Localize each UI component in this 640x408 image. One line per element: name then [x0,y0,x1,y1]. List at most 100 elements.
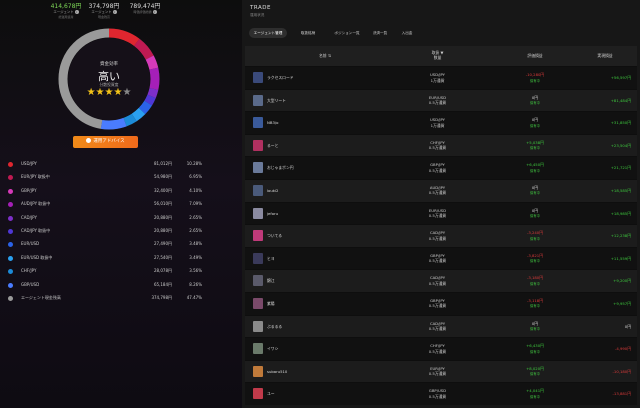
pair-qty: GBP/JPY 0.5万通貨 [428,297,447,309]
table-row[interactable]: ユー GBP/USD 0.5万通貨 +4,041円 保有中 -13,881円 [245,382,637,405]
trade-title: TRADE [250,5,271,11]
pair-qty: CAD/JPY 0.5万通貨 [428,320,447,332]
pair-name: GBP/USD [21,281,40,287]
realized-pnl: +9,957円 [613,300,631,306]
pair-amount: 27,540円 [154,254,172,260]
pair-amount: 20,880円 [154,227,172,233]
eval-pnl: -3,180円 保有中 [526,275,544,286]
stats-bar: 414,678円 エージェント i 総運用資産 374,798円 エージェント i … [0,3,242,23]
status-badge: 保有中 [529,123,541,128]
status-badge: 保有中 [529,146,541,151]
eval-pnl: 0円 保有中 [529,320,541,332]
realized-pnl: +21,721円 [610,165,631,171]
agent-name: ついてる [267,233,283,239]
eval-pnl: -3,118円 保有中 [526,297,544,309]
pair-name: EUR/USD [21,241,40,247]
chat-icon [86,138,92,143]
header-name[interactable]: 名前 ⇅ [305,53,345,58]
eval-pnl: +6,430円 保有中 [526,343,544,354]
eval-pnl: -3,240円 保有中 [526,230,544,241]
table-row[interactable]: ついてる CAD/JPY 0.5万通貨 -3,240円 保有中 +12,238円 [245,224,637,247]
pair-amount: 81,012円 [154,161,172,166]
tab-instruments[interactable]: 取扱銘柄 [293,28,323,38]
advice-button[interactable]: 運用アドバイス [73,136,138,148]
allocation-row: CAD/JPY 取扱中 20,880円 2.65% [0,225,242,238]
pair-name: エージェント現金残高 [21,294,61,300]
gauge-center: 資金効率 高い 分散投資度 ★★★★★ [54,24,164,134]
agent-avatar [253,162,263,174]
table-row[interactable]: ぷるるる CAD/JPY 0.5万通貨 0円 保有中 0円 [245,314,637,338]
table-header: 名前 ⇅ 取扱 ▼ 数量 評価損益 実現損益 [245,46,637,66]
table-row[interactable]: NB3/o USD/JPY 1万通貨 0円 保有中 +31,850円 [245,111,637,134]
pair-amount: 32,400円 [154,187,172,193]
agent-name: louki2 [267,187,279,193]
stat-value: 789,474円 [129,3,161,10]
info-icon[interactable]: i [152,10,157,14]
realized-pnl: +56,597円 [610,75,631,80]
tab-agent-management[interactable]: エージェント管理 [249,28,287,38]
trade-subtitle: 運用状況 [250,13,265,17]
status-badge: 保有中 [529,259,541,264]
agent-avatar [253,117,263,129]
table-row[interactable]: イワシ CHF/JPY 0.5万通貨 +6,430円 保有中 -4,990円 [245,337,637,360]
agent-name: jeforu [267,210,279,216]
realized-pnl: -10,180円 [612,368,631,374]
color-dot [8,242,13,248]
pair-qty: EUR/USD 0.5万通貨 [428,94,447,106]
table-row[interactable]: ヒヨ GBP/JPY 0.5万通貨 -3,821円 保有中 +11,559円 [245,246,637,270]
status-badge: 保有中 [529,78,541,83]
header-pair[interactable]: 取扱 ▼ 数量 [415,50,460,60]
agent-avatar [253,230,263,242]
table-row[interactable]: subaru510 EUR/JPY 0.5万通貨 +8,020円 保有中 -10,180円 [245,359,637,383]
tab-deposits[interactable]: 入出金 [397,28,417,38]
pair-percent: 8.26% [189,281,202,287]
stat-label: エージェント [53,10,74,14]
pair-name: CAD/JPY [21,214,37,220]
pair-name: CHF/JPY [21,268,37,274]
table-row[interactable]: 紫陽 GBP/JPY 0.5万通貨 -3,118円 保有中 +9,957円 [245,291,637,315]
allocation-row: GBP/JPY 32,400円 4.10% [0,185,242,198]
table-row[interactable]: ラクセスロード USD/JPY 1万通貨 -10,280円 保有中 +56,597円 [245,66,637,89]
realized-pnl: -13,881円 [612,391,631,397]
table-row[interactable]: 大型リート EUR/USD 0.5万通貨 0円 保有中 +81,484円 [245,88,637,112]
table-row[interactable]: るーと CHF/JPY 0.5万通貨 +5,038円 保有中 +23,504円 [245,133,637,157]
tab-positions[interactable]: ポジション一覧 [329,28,365,38]
pair-qty: CAD/JPY 0.5万通貨 [428,275,447,286]
pair-percent: 2.65% [189,227,202,233]
agent-avatar [253,252,263,264]
pair-qty: GBP/USD 0.5万通貨 [428,388,447,399]
realized-pnl: +18,585円 [610,187,631,193]
realized-pnl: +9,200円 [613,278,631,284]
eval-pnl: -3,821円 保有中 [526,252,544,264]
header-eval[interactable]: 評価損益 [500,53,570,58]
color-dot [8,269,13,275]
agent-avatar [253,184,263,196]
allocation-row: EUR/USD 27,490円 3.48% [0,238,242,251]
color-dot [8,295,13,301]
agent-avatar [253,320,263,332]
agent-name: おじゃまポン円 [267,165,294,171]
table-row[interactable]: jeforu EUR/USD 0.5万通貨 0円 保有中 +18,985円 [245,201,637,225]
pair-amount: 65,184円 [154,281,172,287]
agent-name: subaru510 [267,368,288,374]
table-row[interactable]: 錦江 CAD/JPY 0.5万通貨 -3,180円 保有中 +9,200円 [245,269,637,292]
pair-qty: CAD/JPY 0.5万通貨 [428,230,447,241]
status-badge: 保有中 [529,394,541,399]
agent-name: ぷるるる [267,323,283,329]
realized-pnl: +23,504円 [610,142,631,148]
pair-amount: 56,010円 [154,201,172,207]
table-row[interactable]: おじゃまポン円 GBP/JPY 0.5万通貨 +6,450円 保有中 +21,721円 [245,156,637,179]
status-badge: 保有中 [529,281,541,286]
status-badge: 保有中 [529,191,541,196]
agent-name: NB3/o [267,120,279,126]
eval-pnl: +5,038円 保有中 [526,139,544,151]
stat-sub: 時価評価総額 i [133,10,157,14]
agent-name: 大型リート [267,97,286,103]
header-realized[interactable]: 実現損益 [575,53,635,58]
tab-settlements[interactable]: 決済一覧 [367,28,393,38]
realized-pnl: +18,985円 [610,210,631,216]
pair-amount: 374,798円 [151,294,172,300]
pair-percent: 3.49% [189,254,202,260]
stat-market-value: 789,474円 時価評価総額 i [115,3,175,14]
table-row[interactable]: louki2 AUD/JPY 0.5万通貨 0円 保有中 +18,585円 [245,178,637,202]
